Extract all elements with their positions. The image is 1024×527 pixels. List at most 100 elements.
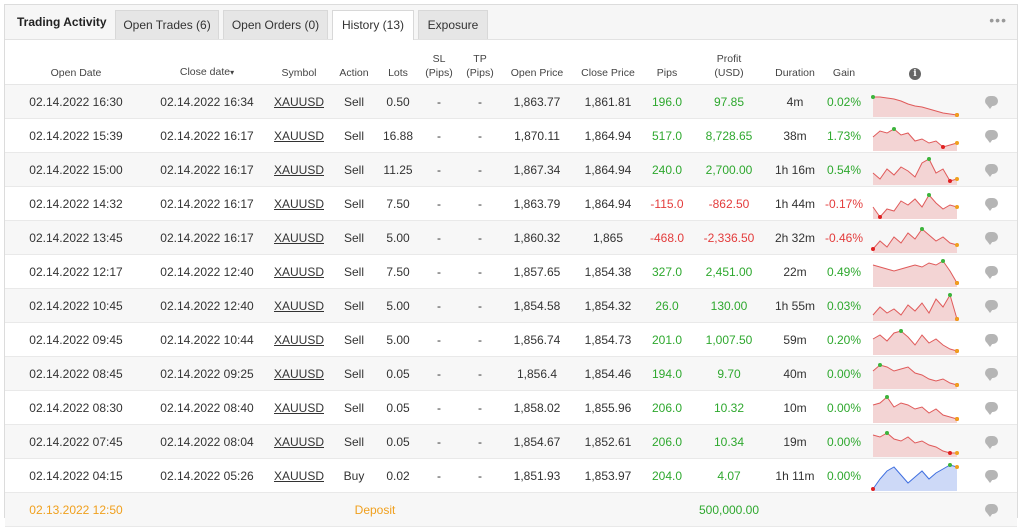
cell-gain: 0.00%: [823, 390, 865, 425]
comment-icon[interactable]: [984, 299, 998, 313]
high-marker: [927, 156, 931, 161]
cell-spark: [865, 458, 965, 493]
col-action[interactable]: Action: [331, 40, 377, 85]
col-sl[interactable]: SL (Pips): [419, 40, 459, 85]
col-pips[interactable]: Pips: [643, 40, 691, 85]
comment-icon[interactable]: [984, 503, 998, 517]
tab-open-trades[interactable]: Open Trades (6): [115, 10, 219, 39]
comment-icon[interactable]: [984, 95, 998, 109]
tab-exposure[interactable]: Exposure: [418, 10, 488, 39]
comment-icon[interactable]: [984, 197, 998, 211]
col-symbol[interactable]: Symbol: [267, 40, 331, 85]
trade-sparkline: [872, 156, 959, 185]
table-row[interactable]: 02.14.2022 13:45 02.14.2022 16:17 XAUUSD Se…: [5, 220, 1017, 255]
comment-icon[interactable]: [984, 401, 998, 415]
cell-profit: -2,336.50: [691, 220, 767, 255]
table-row[interactable]: 02.14.2022 14:32 02.14.2022 16:17 XAUUSD Se…: [5, 186, 1017, 221]
tab-open-orders[interactable]: Open Orders (0): [223, 10, 328, 39]
cell-symbol[interactable]: XAUUSD: [267, 322, 331, 357]
cell-gain: 0.00%: [823, 424, 865, 459]
cell-symbol[interactable]: XAUUSD: [267, 458, 331, 493]
cell-symbol[interactable]: XAUUSD: [267, 424, 331, 459]
cell-sl: -: [419, 288, 459, 323]
col-duration-label: Duration: [775, 67, 815, 79]
table-row[interactable]: 02.14.2022 16:30 02.14.2022 16:34 XAUUSD Se…: [5, 84, 1017, 119]
cell-sl: -: [419, 186, 459, 221]
col-open-date[interactable]: Open Date: [5, 40, 147, 85]
cell-comment: [965, 118, 1017, 153]
cell-sl: -: [419, 152, 459, 187]
cell-lots: 0.02: [377, 458, 419, 493]
table-row[interactable]: 02.14.2022 08:45 02.14.2022 09:25 XAUUSD Se…: [5, 356, 1017, 391]
col-close-date[interactable]: Close date▾: [147, 40, 267, 85]
col-profit[interactable]: Profit (USD): [691, 40, 767, 85]
comment-icon[interactable]: [984, 129, 998, 143]
col-duration[interactable]: Duration: [767, 40, 823, 85]
table-row[interactable]: 02.14.2022 10:45 02.14.2022 12:40 XAUUSD Se…: [5, 288, 1017, 323]
table-row[interactable]: 02.14.2022 12:17 02.14.2022 12:40 XAUUSD Se…: [5, 254, 1017, 289]
cell-open-date: 02.14.2022 15:39: [5, 118, 147, 153]
col-profit-unit: (USD): [714, 67, 744, 79]
table-row[interactable]: 02.14.2022 15:00 02.14.2022 16:17 XAUUSD Se…: [5, 152, 1017, 187]
cell-comment: [965, 390, 1017, 425]
end-marker: [955, 176, 959, 181]
cell-symbol[interactable]: XAUUSD: [267, 152, 331, 187]
tab-history[interactable]: History (13): [332, 10, 414, 40]
cell-profit: -862.50: [691, 186, 767, 221]
comment-icon[interactable]: [984, 265, 998, 279]
comment-icon[interactable]: [984, 231, 998, 245]
table-row[interactable]: 02.14.2022 15:39 02.14.2022 16:17 XAUUSD Se…: [5, 118, 1017, 153]
cell-open-price: 1,867.34: [501, 152, 573, 187]
deposit-row[interactable]: 02.13.2022 12:50 Deposit 500,000.00: [5, 492, 1017, 527]
comment-icon[interactable]: [984, 333, 998, 347]
col-tp[interactable]: TP (Pips): [459, 40, 501, 85]
cell-symbol[interactable]: XAUUSD: [267, 118, 331, 153]
high-marker: [948, 292, 952, 297]
cell-symbol[interactable]: XAUUSD: [267, 254, 331, 289]
cell-action: Sell: [331, 84, 377, 119]
cell-comment: [965, 492, 1017, 527]
table-row[interactable]: 02.14.2022 07:45 02.14.2022 08:04 XAUUSD Se…: [5, 424, 1017, 459]
cell-pips: 240.0: [643, 152, 691, 187]
cell-tp: -: [459, 220, 501, 255]
cell-duration: 1h 11m: [767, 458, 823, 493]
col-action-label: Action: [339, 67, 369, 79]
trade-sparkline: [872, 362, 959, 389]
info-icon[interactable]: i: [909, 68, 921, 80]
cell-sl: -: [419, 118, 459, 153]
more-options-icon[interactable]: •••: [989, 5, 1007, 39]
trade-sparkline: [872, 430, 959, 457]
cell-close-price: 1,855.96: [573, 390, 643, 425]
cell-tp: -: [459, 390, 501, 425]
col-lots[interactable]: Lots: [377, 40, 419, 85]
comment-icon[interactable]: [984, 163, 998, 177]
cell-symbol[interactable]: XAUUSD: [267, 288, 331, 323]
col-close-price[interactable]: Close Price: [573, 40, 643, 85]
col-open-price[interactable]: Open Price: [501, 40, 573, 85]
cell-lots: 7.50: [377, 186, 419, 221]
comment-icon[interactable]: [984, 469, 998, 483]
comment-icon[interactable]: [984, 435, 998, 449]
cell-symbol[interactable]: XAUUSD: [267, 84, 331, 119]
cell-duration: 59m: [767, 322, 823, 357]
low-marker: [948, 450, 952, 455]
table-row[interactable]: 02.14.2022 04:15 02.14.2022 05:26 XAUUSD Bu…: [5, 458, 1017, 493]
cell-close-date: 02.14.2022 16:34: [147, 84, 267, 119]
cell-action: Sell: [331, 254, 377, 289]
cell-symbol[interactable]: XAUUSD: [267, 390, 331, 425]
col-gain[interactable]: Gain: [823, 40, 865, 85]
col-close-date-label: Close date: [179, 66, 231, 78]
cell-open-price: 1,863.77: [501, 84, 573, 119]
deposit-date: 02.13.2022 12:50: [5, 492, 147, 527]
cell-open-price: 1,854.67: [501, 424, 573, 459]
cell-pips: 206.0: [643, 424, 691, 459]
cell-symbol[interactable]: XAUUSD: [267, 220, 331, 255]
cell-duration: 1h 16m: [767, 152, 823, 187]
high-marker: [899, 328, 903, 333]
table-row[interactable]: 02.14.2022 09:45 02.14.2022 10:44 XAUUSD Se…: [5, 322, 1017, 357]
cell-symbol[interactable]: XAUUSD: [267, 186, 331, 221]
cell-symbol[interactable]: XAUUSD: [267, 356, 331, 391]
comment-icon[interactable]: [984, 367, 998, 381]
table-row[interactable]: 02.14.2022 08:30 02.14.2022 08:40 XAUUSD Se…: [5, 390, 1017, 425]
deposit-amount: 500,000.00: [691, 492, 767, 527]
